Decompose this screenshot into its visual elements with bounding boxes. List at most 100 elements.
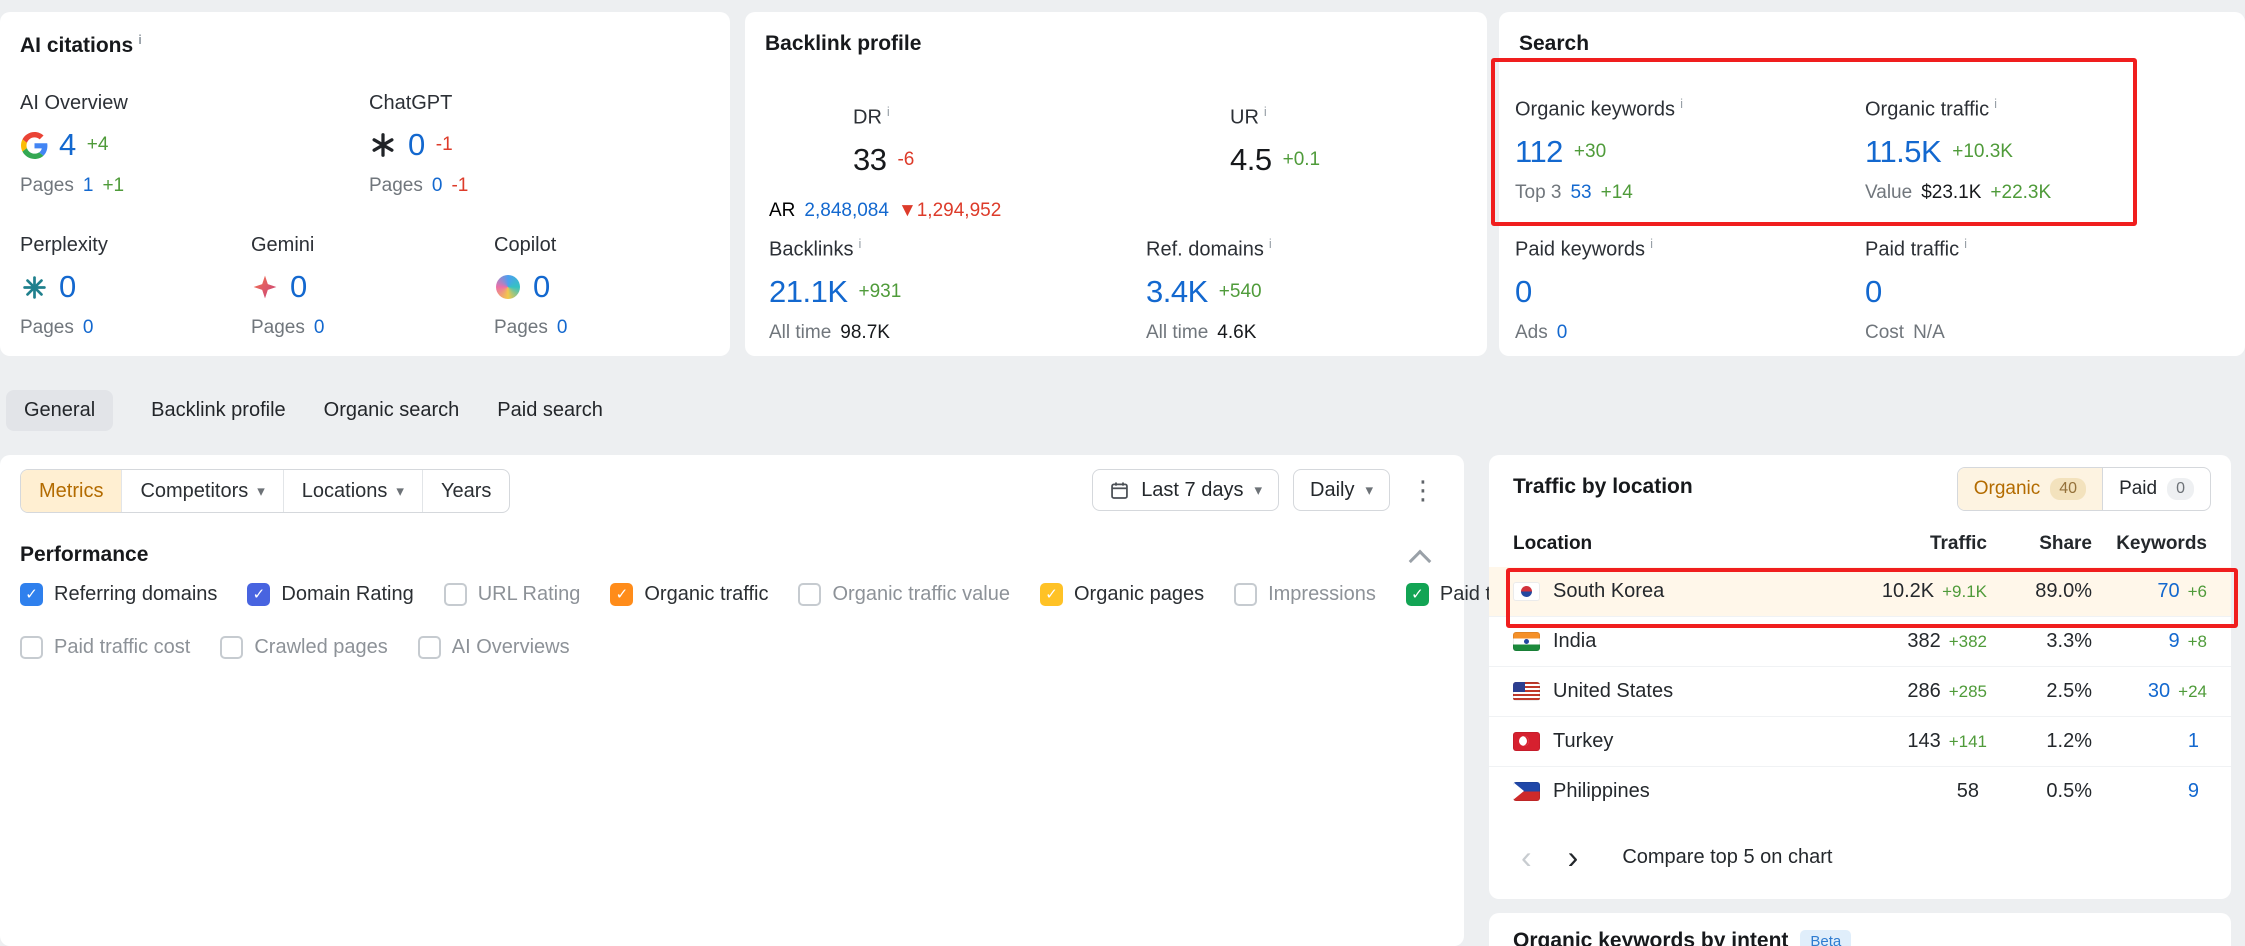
checkbox-box: ✓ xyxy=(444,583,467,606)
dr-block: DRi 33 -6 xyxy=(769,104,914,180)
organic-paid-toggle: Organic 40 Paid 0 xyxy=(1957,467,2211,511)
organic-keywords-intent-panel: Organic keywords by intent Beta xyxy=(1489,913,2231,946)
organic-traffic-delta: +10.3K xyxy=(1952,141,2013,163)
performance-chart[interactable] xyxy=(0,680,1464,946)
info-icon[interactable]: i xyxy=(1680,96,1683,111)
copilot-count[interactable]: 0 xyxy=(533,269,550,305)
granularity-button[interactable]: Daily ▾ xyxy=(1293,469,1390,511)
paid-traffic-value[interactable]: 0 xyxy=(1865,274,1882,310)
info-icon[interactable]: i xyxy=(1264,104,1267,119)
info-icon[interactable]: i xyxy=(887,104,890,119)
pages-count[interactable]: 0 xyxy=(83,317,94,339)
check-icon: ✓ xyxy=(616,587,629,602)
checkbox-label: Organic pages xyxy=(1074,583,1204,606)
info-icon[interactable]: i xyxy=(1994,96,1997,111)
tab-paid-search[interactable]: Paid search xyxy=(497,399,603,422)
value-label: Value xyxy=(1865,182,1912,204)
info-icon[interactable]: i xyxy=(1269,236,1272,251)
info-icon[interactable]: i xyxy=(1650,236,1653,251)
tab-backlink-profile[interactable]: Backlink profile xyxy=(151,399,286,422)
kebab-menu-icon[interactable]: ⋮ xyxy=(1404,475,1442,506)
checkbox-label: Crawled pages xyxy=(254,636,387,659)
pages-count[interactable]: 0 xyxy=(432,175,443,197)
next-page-icon[interactable]: › xyxy=(1560,841,1587,873)
organic-traffic-value[interactable]: 11.5K xyxy=(1865,134,1941,170)
date-range-button[interactable]: Last 7 days ▾ xyxy=(1092,469,1279,511)
perplexity-count[interactable]: 0 xyxy=(59,269,76,305)
locations-dropdown[interactable]: Locations▾ xyxy=(283,470,422,512)
metrics-button[interactable]: Metrics xyxy=(21,470,121,512)
ai-overview-count[interactable]: 4 xyxy=(59,127,76,163)
pages-count[interactable]: 0 xyxy=(314,317,325,339)
backlinks-label: Backlinksi xyxy=(769,236,901,262)
organic-keywords-block: Organic keywordsi 112 +30 Top 3 53 +14 xyxy=(1515,96,1683,204)
ar-value[interactable]: 2,848,084 xyxy=(804,200,889,222)
backlinks-value[interactable]: 21.1K xyxy=(769,274,848,310)
checkbox-box: ✓ xyxy=(20,583,43,606)
checkbox-domain-rating[interactable]: ✓Domain Rating xyxy=(247,583,413,606)
alltime-label: All time xyxy=(769,322,831,344)
chevron-down-icon: ▾ xyxy=(1365,481,1373,499)
check-icon: ✓ xyxy=(25,587,38,602)
toggle-organic[interactable]: Organic 40 xyxy=(1958,468,2103,510)
chatgpt-count[interactable]: 0 xyxy=(408,127,425,163)
ai-entry-ai-overview: AI Overview 4 +4 Pages 1 +1 xyxy=(20,92,128,197)
checkbox-organic-pages[interactable]: ✓ Organic pages xyxy=(1040,583,1204,606)
checkbox-ai-overviews[interactable]: ✓AI Overviews xyxy=(418,636,570,659)
ads-value[interactable]: 0 xyxy=(1557,322,1568,344)
country-flag-icon xyxy=(1513,632,1540,651)
location-row-south-korea[interactable]: South Korea 10.2K+9.1K 89.0% 70+6 xyxy=(1489,567,2231,616)
dr-donut xyxy=(769,104,835,170)
value-delta: +22.3K xyxy=(1990,182,2051,204)
chevron-down-icon: ▾ xyxy=(396,482,404,500)
checkbox-crawled-pages[interactable]: ✓Crawled pages xyxy=(220,636,387,659)
checkbox-label: Organic traffic xyxy=(644,583,768,606)
top3-value[interactable]: 53 xyxy=(1570,182,1591,204)
toggle-paid[interactable]: Paid 0 xyxy=(2103,468,2210,510)
check-icon: ✓ xyxy=(1411,587,1424,602)
pages-count[interactable]: 0 xyxy=(557,317,568,339)
ur-label: URi xyxy=(1230,104,1320,130)
info-icon[interactable]: i xyxy=(858,236,861,251)
paid-count-badge: 0 xyxy=(2167,478,2194,500)
checkbox-referring-domains[interactable]: ✓Referring domains xyxy=(20,583,217,606)
location-row-turkey[interactable]: Turkey 143+141 1.2% 1 xyxy=(1489,716,2231,766)
ref-domains-value[interactable]: 3.4K xyxy=(1146,274,1208,310)
compare-top5-link[interactable]: Compare top 5 on chart xyxy=(1622,846,1832,869)
location-row-india[interactable]: India 382+382 3.3% 9+8 xyxy=(1489,616,2231,666)
checkbox-organic-traffic[interactable]: ✓ Organic traffic xyxy=(610,583,768,606)
tab-organic-search[interactable]: Organic search xyxy=(324,399,460,422)
checkbox-organic-traffic-value[interactable]: ✓Organic traffic value xyxy=(798,583,1010,606)
ur-block: URi 4.5 +0.1 xyxy=(1146,104,1320,180)
ai-entry-label: AI Overview xyxy=(20,92,128,115)
organic-keywords-value[interactable]: 112 xyxy=(1515,134,1563,170)
info-icon[interactable]: i xyxy=(138,32,142,47)
paid-keywords-block: Paid keywordsi 0 Ads 0 xyxy=(1515,236,1653,344)
header-traffic: Traffic xyxy=(1822,533,1987,555)
checkbox-paid-traffic-cost[interactable]: ✓Paid traffic cost xyxy=(20,636,190,659)
backlink-profile-title: Backlink profile xyxy=(765,32,921,56)
years-button[interactable]: Years xyxy=(422,470,509,512)
gemini-count[interactable]: 0 xyxy=(290,269,307,305)
traffic-by-location-title: Traffic by location xyxy=(1513,475,1693,499)
location-row-philippines[interactable]: Philippines 58 0.5% 9 xyxy=(1489,766,2231,816)
paid-keywords-value[interactable]: 0 xyxy=(1515,274,1532,310)
competitors-dropdown[interactable]: Competitors▾ xyxy=(121,470,282,512)
country-flag-icon xyxy=(1513,682,1540,701)
location-row-united-states[interactable]: United States 286+285 2.5% 30+24 xyxy=(1489,666,2231,716)
ur-delta: +0.1 xyxy=(1283,149,1321,171)
top3-label: Top 3 xyxy=(1515,182,1561,204)
traffic-by-location-panel: Traffic by location Organic 40 Paid 0 Lo… xyxy=(1489,455,2231,899)
paid-traffic-label: Paid traffici xyxy=(1865,236,1967,262)
pages-count[interactable]: 1 xyxy=(83,175,94,197)
prev-page-icon[interactable]: ‹ xyxy=(1513,841,1540,873)
tab-general[interactable]: General xyxy=(6,390,113,431)
backlinks-block: Backlinksi 21.1K +931 All time 98.7K xyxy=(769,236,901,344)
checkbox-url-rating[interactable]: ✓URL Rating xyxy=(444,583,581,606)
checkbox-impressions[interactable]: ✓Impressions xyxy=(1234,583,1376,606)
checkbox-box: ✓ xyxy=(610,583,633,606)
info-icon[interactable]: i xyxy=(1964,236,1967,251)
checkbox-box: ✓ xyxy=(1040,583,1063,606)
collapse-icon[interactable] xyxy=(1409,550,1432,573)
chevron-down-icon: ▾ xyxy=(257,482,265,500)
